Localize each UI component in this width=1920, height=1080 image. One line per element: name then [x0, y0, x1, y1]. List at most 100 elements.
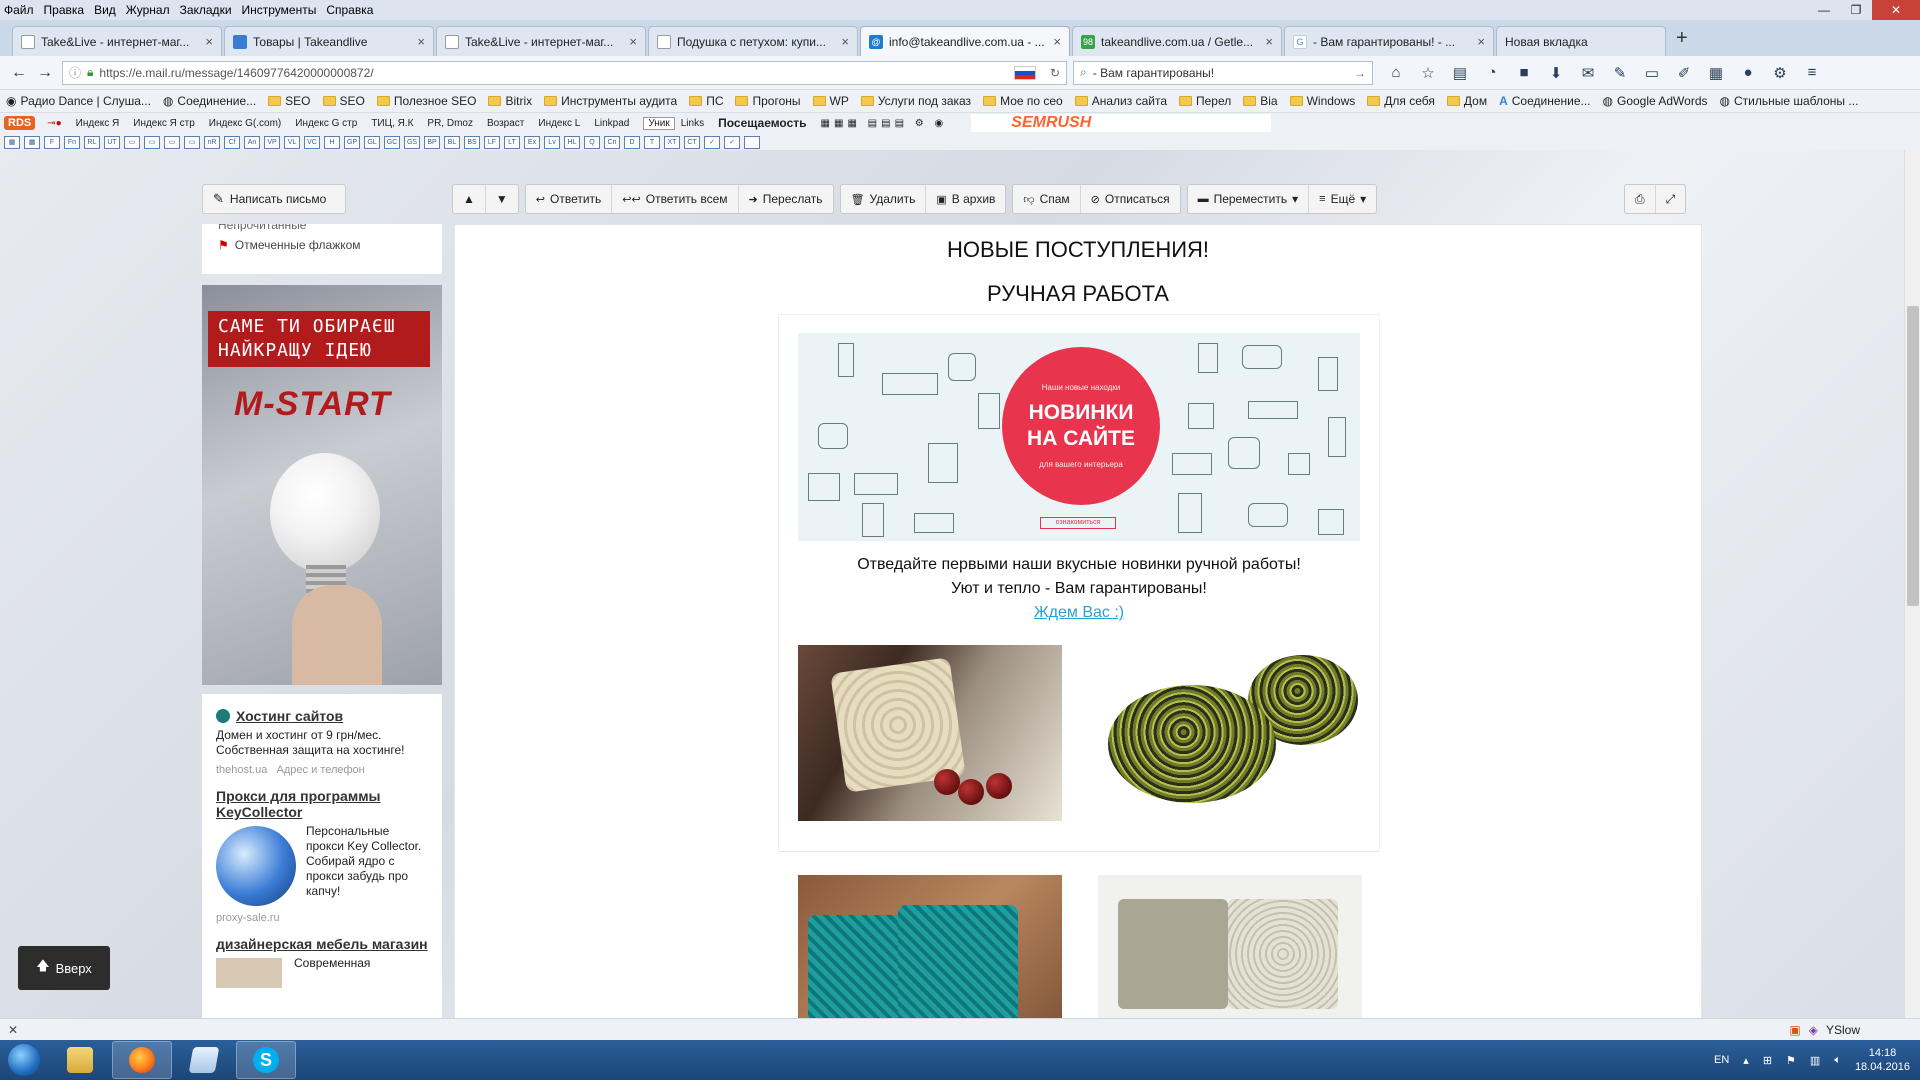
- toolbar-square-icon[interactable]: ▭: [184, 135, 200, 149]
- seo-metric[interactable]: Индекс L: [538, 118, 580, 129]
- tab[interactable]: Новая вкладка: [1496, 26, 1666, 56]
- prev-message-icon[interactable]: ▲: [453, 185, 486, 213]
- attendance-button[interactable]: Посещаемость: [718, 116, 806, 130]
- tab[interactable]: Подушка с петухом: купи... ×: [648, 26, 858, 56]
- close-tab-icon[interactable]: ×: [1265, 34, 1273, 49]
- address-bar[interactable]: ⓘ 🔒︎ https://e.mail.ru/message/146097764…: [62, 60, 1067, 85]
- ad-contact[interactable]: Адрес и телефон: [277, 764, 365, 776]
- bookmark-folder[interactable]: Инструменты аудита: [544, 94, 677, 108]
- close-tab-icon[interactable]: ×: [1477, 34, 1485, 49]
- menu-help[interactable]: Справка: [326, 3, 373, 17]
- product-image-linen-pillows[interactable]: [1098, 875, 1362, 1018]
- bookmark-item[interactable]: ◍ Стильные шаблоны ...: [1720, 94, 1859, 108]
- toolbar-square-icon[interactable]: Fn: [64, 135, 80, 149]
- bookmark-item[interactable]: ◍ Google AdWords: [1603, 94, 1708, 108]
- seo-metric[interactable]: Индекс G(.com): [209, 118, 281, 129]
- tab[interactable]: Товары | Takeandlive ×: [224, 26, 434, 56]
- menu-file[interactable]: Файл: [4, 3, 34, 17]
- menu-tools[interactable]: Инструменты: [242, 3, 317, 17]
- note-icon[interactable]: ▭: [1639, 60, 1665, 86]
- toolbar-square-icon[interactable]: BS: [464, 135, 480, 149]
- menu-edit[interactable]: Правка: [44, 3, 85, 17]
- delete-button[interactable]: 🗑︎ Удалить: [841, 185, 927, 213]
- bookmark-folder[interactable]: Услуги под заказ: [860, 94, 971, 108]
- bookmark-folder[interactable]: SEO: [322, 94, 365, 108]
- start-button[interactable]: [0, 1040, 48, 1080]
- toolbar-square-icon[interactable]: GC: [384, 135, 400, 149]
- taskbar-explorer[interactable]: [50, 1041, 110, 1079]
- product-image-teal-pillows[interactable]: [798, 875, 1062, 1018]
- ad-title[interactable]: Хостинг сайтов: [236, 708, 343, 724]
- close-tab-icon[interactable]: ×: [205, 34, 213, 49]
- unsubscribe-button[interactable]: ⊘ Отписаться: [1081, 185, 1180, 213]
- toolbar-square-icon[interactable]: UT: [104, 135, 120, 149]
- seo-metric[interactable]: PR, Dmoz: [427, 118, 473, 129]
- info-icon[interactable]: ⓘ: [69, 64, 81, 81]
- toolbar-square-icon[interactable]: F: [44, 135, 60, 149]
- bookmark-folder[interactable]: Для себя: [1367, 94, 1435, 108]
- folder-flagged[interactable]: ⚑ Отмеченные флажком: [202, 234, 442, 256]
- bookmark-item[interactable]: ◉ Радио Dance | Слуша...: [6, 94, 151, 108]
- bookmark-folder[interactable]: Bia: [1243, 94, 1278, 108]
- bookmark-folder[interactable]: Анализ сайта: [1074, 94, 1167, 108]
- toolbar-square-icon[interactable]: Ex: [524, 135, 540, 149]
- bookmark-folder[interactable]: Windows: [1289, 94, 1355, 108]
- chat-icon[interactable]: ✉: [1575, 60, 1601, 86]
- pen-icon[interactable]: ✐: [1671, 60, 1697, 86]
- toolbar-square-icon[interactable]: nR: [204, 135, 220, 149]
- product-image-pillow[interactable]: [798, 645, 1062, 821]
- bookmark-folder[interactable]: Мое по сео: [983, 94, 1063, 108]
- bookmark-folder[interactable]: Полезное SEO: [376, 94, 476, 108]
- toggle-icon[interactable]: ⊸●: [47, 118, 61, 129]
- tab[interactable]: Take&Live - интернет-маг... ×: [12, 26, 222, 56]
- toolbar-square-icon[interactable]: GP: [344, 135, 360, 149]
- toolbar-square-icon[interactable]: Lv: [544, 135, 560, 149]
- forward-icon[interactable]: →: [32, 60, 58, 86]
- maximize-icon[interactable]: ❐: [1840, 0, 1872, 20]
- clock[interactable]: 14:18 18.04.2016: [1855, 1046, 1910, 1074]
- toolbar-square-icon[interactable]: BP: [424, 135, 440, 149]
- compose-button[interactable]: ✎ Написать письмо: [202, 184, 346, 214]
- minimize-icon[interactable]: —: [1808, 0, 1840, 20]
- menu-view[interactable]: Вид: [94, 3, 116, 17]
- settings-icon[interactable]: ⚙: [1767, 60, 1793, 86]
- extension-icon[interactable]: ■: [1511, 60, 1537, 86]
- seo-metric[interactable]: Индекс Я стр: [133, 118, 195, 129]
- next-message-icon[interactable]: ▼: [486, 185, 518, 213]
- toolbar-square-icon[interactable]: VL: [284, 135, 300, 149]
- hamburger-menu-icon[interactable]: ≡: [1799, 60, 1825, 86]
- close-tab-icon[interactable]: ×: [1053, 34, 1061, 49]
- toolbar-square-icon[interactable]: D: [624, 135, 640, 149]
- ad-domain[interactable]: proxy-sale.ru: [216, 912, 428, 924]
- bookmark-item[interactable]: A Соединение...: [1499, 94, 1590, 108]
- volume-icon[interactable]: 🔈︎: [1834, 1054, 1841, 1067]
- close-tab-icon[interactable]: ×: [629, 34, 637, 49]
- taskbar-skype[interactable]: S: [236, 1041, 296, 1079]
- seo-metric[interactable]: Индекс Я: [76, 118, 120, 129]
- scroll-top-button[interactable]: 🡅 Вверх: [18, 946, 110, 990]
- reply-button[interactable]: ↩ Ответить: [526, 185, 613, 213]
- ad-item[interactable]: дизайнерская мебель магазин Современная: [216, 936, 428, 988]
- toolbar-square-icon[interactable]: ▭: [164, 135, 180, 149]
- tray-windows-icon[interactable]: ⊞: [1763, 1054, 1772, 1067]
- language-indicator[interactable]: EN: [1714, 1054, 1729, 1066]
- toolbar-square-icon[interactable]: H: [324, 135, 340, 149]
- toolbar-square-icon[interactable]: BL: [444, 135, 460, 149]
- banner-ad[interactable]: САМЕ ТИ ОБИРАЄШ НАЙКРАЩУ ІДЕЮ M-START: [202, 285, 442, 685]
- toolbar-square-icon[interactable]: Cf: [224, 135, 240, 149]
- toolbar-square-icon[interactable]: GL: [364, 135, 380, 149]
- tab-active[interactable]: @ info@takeandlive.com.ua - ... ×: [860, 26, 1070, 56]
- seo-metric[interactable]: Индекс G стр: [295, 118, 357, 129]
- ad-domain[interactable]: thehost.ua: [216, 764, 267, 776]
- unik-button[interactable]: Уник: [643, 116, 675, 130]
- seo-metric[interactable]: Links: [681, 118, 704, 129]
- product-image-poufs[interactable]: [1098, 645, 1362, 821]
- toolbar-square-icon[interactable]: ▦: [4, 135, 20, 149]
- taskbar-notepad[interactable]: [174, 1041, 234, 1079]
- new-tab-icon[interactable]: +: [1676, 27, 1688, 50]
- toolbar-square-icon[interactable]: ▦: [24, 135, 40, 149]
- go-arrow-icon[interactable]: →: [1354, 66, 1366, 80]
- tray-flag-icon[interactable]: ⚑: [1786, 1054, 1796, 1067]
- toolbar-square-icon[interactable]: RL: [84, 135, 100, 149]
- network-icon[interactable]: ▥: [1810, 1054, 1820, 1067]
